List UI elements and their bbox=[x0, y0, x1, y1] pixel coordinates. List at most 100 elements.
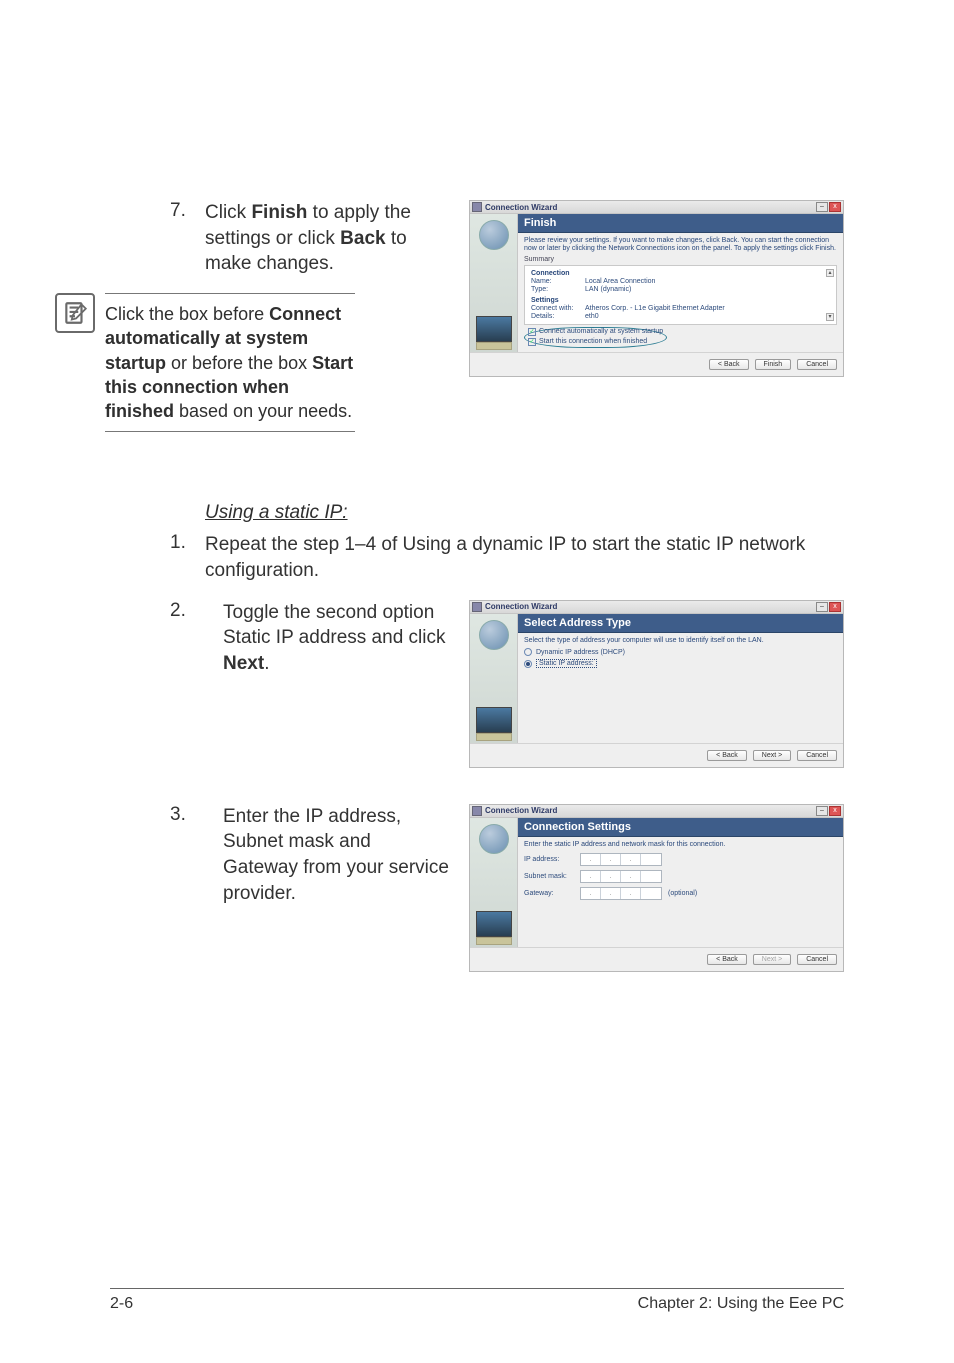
t: Toggle the second option Static IP addre… bbox=[223, 602, 445, 649]
wizard-instruction: Select the type of address your computer… bbox=[524, 637, 837, 645]
connectwith-key: Connect with: bbox=[531, 305, 585, 312]
cancel-button[interactable]: Cancel bbox=[797, 750, 837, 761]
finish-button[interactable]: Finish bbox=[755, 359, 792, 370]
step-s2-row: 2. Toggle the second option Static IP ad… bbox=[110, 600, 844, 768]
window-title: Connection Wizard bbox=[485, 602, 816, 611]
wizard-instruction: Please review your settings. If you want… bbox=[524, 237, 837, 254]
summary-label: Summary bbox=[524, 256, 837, 263]
window-titlebar: Connection Wizard –x bbox=[470, 805, 843, 818]
wizard-sidebar bbox=[470, 214, 518, 352]
scroll-down[interactable]: ▾ bbox=[826, 313, 834, 321]
t: based on your needs. bbox=[174, 401, 352, 421]
globe-icon bbox=[479, 824, 509, 854]
step7-row: 7. Click Finish to apply the settings or… bbox=[110, 200, 844, 432]
step-number: 7. bbox=[110, 200, 205, 277]
t: or before the box bbox=[166, 353, 312, 373]
step-s1: 1. Repeat the step 1–4 of Using a dynami… bbox=[110, 532, 844, 583]
name-key: Name: bbox=[531, 278, 585, 285]
next-button[interactable]: Next > bbox=[753, 750, 791, 761]
ip-label: IP address: bbox=[524, 856, 580, 863]
details-key: Details: bbox=[531, 313, 585, 320]
button-row: < Back Next > Cancel bbox=[470, 947, 843, 971]
wizard-sidebar bbox=[470, 818, 518, 947]
page-footer: 2-6 Chapter 2: Using the Eee PC bbox=[110, 1288, 844, 1313]
screenshot-connection-settings: Connection Wizard –x Connection Settings… bbox=[469, 804, 844, 972]
settings-header: Settings bbox=[531, 297, 830, 304]
gateway-label: Gateway: bbox=[524, 890, 580, 897]
radio-dynamic-label: Dynamic IP address (DHCP) bbox=[536, 649, 625, 656]
monitor-icon bbox=[476, 707, 512, 733]
b: Back bbox=[340, 228, 385, 249]
screenshot-finish: Connection Wizard – x Finish Please revi… bbox=[469, 200, 844, 377]
step-7: 7. Click Finish to apply the settings or… bbox=[110, 200, 451, 277]
optional-label: (optional) bbox=[668, 890, 697, 897]
highlight-circle: ✓Connect automatically at system startup… bbox=[524, 327, 667, 348]
cancel-button[interactable]: Cancel bbox=[797, 954, 837, 965]
app-icon bbox=[472, 202, 482, 212]
window-title: Connection Wizard bbox=[485, 203, 816, 212]
details-val: eth0 bbox=[585, 313, 599, 320]
t: Click the box before bbox=[105, 304, 269, 324]
note-box: Click the box before Connect automatical… bbox=[105, 293, 355, 432]
page: 7. Click Finish to apply the settings or… bbox=[0, 0, 954, 1363]
window-titlebar: Connection Wizard –x bbox=[470, 601, 843, 614]
globe-icon bbox=[479, 220, 509, 250]
screenshot-address-type: Connection Wizard –x Select Address Type… bbox=[469, 600, 844, 768]
radio-static[interactable] bbox=[524, 660, 532, 668]
t: . bbox=[264, 653, 269, 674]
b: Finish bbox=[251, 202, 307, 223]
note-row: Click the box before Connect automatical… bbox=[55, 293, 451, 432]
wizard-banner: Connection Settings bbox=[518, 818, 843, 837]
b: Next bbox=[223, 653, 264, 674]
type-val: LAN (dynamic) bbox=[585, 286, 631, 293]
minimize-button[interactable]: – bbox=[816, 806, 828, 816]
step-number: 1. bbox=[110, 532, 205, 583]
back-button[interactable]: < Back bbox=[709, 359, 749, 370]
wizard-instruction: Enter the static IP address and network … bbox=[524, 841, 837, 849]
gateway-input[interactable]: ... bbox=[580, 887, 662, 900]
base-icon bbox=[476, 937, 512, 945]
checkbox-start-label: Start this connection when finished bbox=[539, 338, 647, 345]
button-row: < Back Finish Cancel bbox=[470, 352, 843, 376]
checkbox-start[interactable]: ✓ bbox=[528, 338, 536, 346]
summary-panel: ▴ ▾ Connection Name:Local Area Connection… bbox=[524, 265, 837, 325]
scroll-up[interactable]: ▴ bbox=[826, 269, 834, 277]
radio-dynamic[interactable] bbox=[524, 648, 532, 656]
type-key: Type: bbox=[531, 286, 585, 293]
cancel-button[interactable]: Cancel bbox=[797, 359, 837, 370]
window-title: Connection Wizard bbox=[485, 806, 816, 815]
back-button[interactable]: < Back bbox=[707, 750, 747, 761]
subnet-input[interactable]: ... bbox=[580, 870, 662, 883]
subnet-label: Subnet mask: bbox=[524, 873, 580, 880]
subheading-static-ip: Using a static IP: bbox=[205, 502, 844, 524]
step-text: Repeat the step 1–4 of Using a dynamic I… bbox=[205, 532, 844, 583]
name-val: Local Area Connection bbox=[585, 278, 655, 285]
globe-icon bbox=[479, 620, 509, 650]
base-icon bbox=[476, 733, 512, 741]
checkbox-auto[interactable]: ✓ bbox=[528, 328, 536, 336]
minimize-button[interactable]: – bbox=[816, 202, 828, 212]
ip-input[interactable]: ... bbox=[580, 853, 662, 866]
back-button[interactable]: < Back bbox=[707, 954, 747, 965]
connection-header: Connection bbox=[531, 270, 830, 277]
step-text: Toggle the second option Static IP addre… bbox=[223, 600, 451, 677]
connectwith-val: Atheros Corp. - L1e Gigabit Ethernet Ada… bbox=[585, 305, 725, 312]
wizard-banner: Finish bbox=[518, 214, 843, 233]
checkbox-auto-label: Connect automatically at system startup bbox=[539, 328, 663, 335]
step-number: 2. bbox=[110, 600, 205, 622]
minimize-button[interactable]: – bbox=[816, 602, 828, 612]
close-button[interactable]: x bbox=[829, 202, 841, 212]
t: Click bbox=[205, 202, 251, 223]
note-icon bbox=[55, 293, 95, 333]
step-s3-row: 3. Enter the IP address, Subnet mask and… bbox=[110, 804, 844, 972]
chapter-title: Chapter 2: Using the Eee PC bbox=[638, 1295, 844, 1313]
page-number: 2-6 bbox=[110, 1295, 133, 1313]
next-button[interactable]: Next > bbox=[753, 954, 791, 965]
base-icon bbox=[476, 342, 512, 350]
wizard-banner: Select Address Type bbox=[518, 614, 843, 633]
close-button[interactable]: x bbox=[829, 602, 841, 612]
step-text: Enter the IP address, Subnet mask and Ga… bbox=[223, 804, 451, 907]
app-icon bbox=[472, 602, 482, 612]
radio-static-label: Static IP address: bbox=[536, 659, 597, 668]
close-button[interactable]: x bbox=[829, 806, 841, 816]
